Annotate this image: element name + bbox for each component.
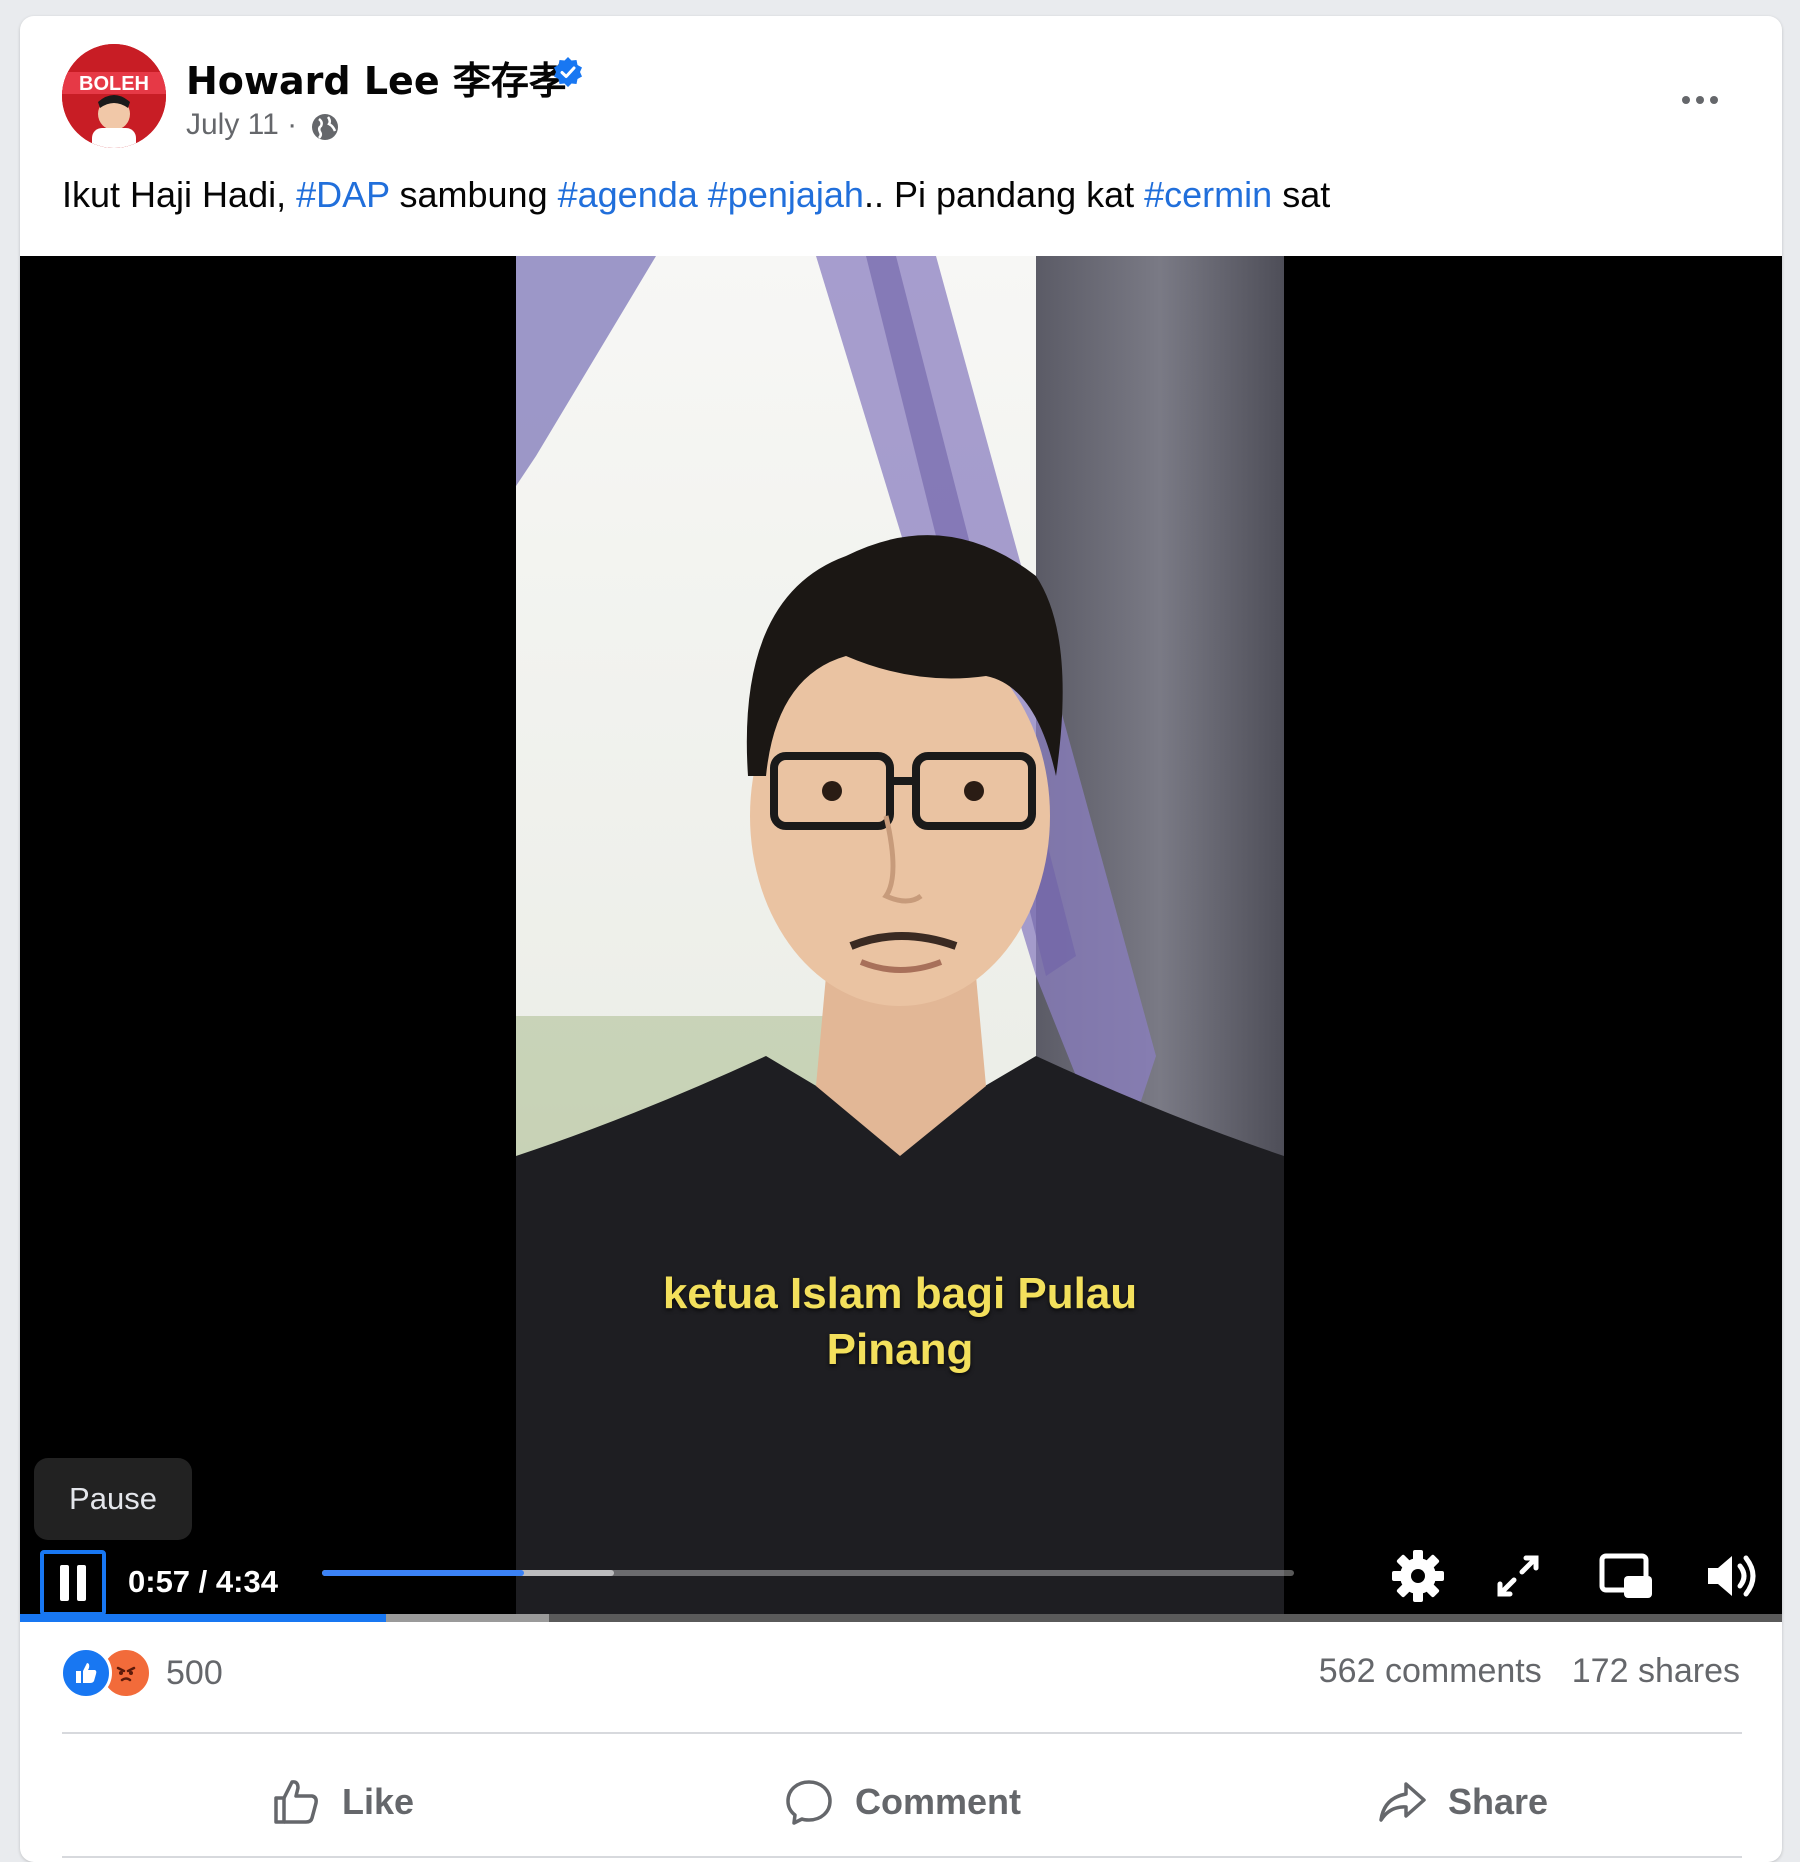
verified-badge-icon (554, 57, 582, 87)
video-subtitle: ketua Islam bagi Pulau Pinang (516, 1266, 1284, 1378)
share-button[interactable]: Share (1182, 1760, 1742, 1844)
reactions-summary[interactable]: 500 (60, 1647, 223, 1699)
video-frame (516, 256, 1284, 1622)
picture-in-picture-icon[interactable] (1594, 1544, 1658, 1608)
divider-bottom (62, 1856, 1742, 1858)
more-options-icon[interactable] (1670, 80, 1730, 120)
time-display: 0:57 / 4:34 (128, 1564, 278, 1599)
divider-top (62, 1732, 1742, 1734)
seek-bar[interactable] (322, 1570, 1294, 1576)
post-caption: Ikut Haji Hadi, #DAP sambung #agenda #pe… (62, 174, 1331, 215)
like-reaction-icon (60, 1647, 112, 1699)
thumbs-up-icon (274, 1780, 318, 1824)
hashtag-agenda[interactable]: #agenda (558, 174, 698, 215)
share-label: Share (1447, 1781, 1549, 1822)
comment-bubble-icon (786, 1780, 832, 1825)
hashtag-penjajah[interactable]: #penjajah (708, 174, 864, 215)
author-avatar[interactable]: BOLEH (62, 44, 166, 148)
action-bar: Like Comment Share (62, 1760, 1742, 1844)
pause-icon[interactable] (40, 1550, 106, 1616)
post-date[interactable]: July 11 · (186, 108, 297, 142)
seek-played (322, 1570, 525, 1576)
globe-icon (312, 114, 338, 140)
volume-icon[interactable] (1700, 1544, 1764, 1608)
subtitle-line-2: Pinang (826, 1325, 974, 1374)
share-arrow-icon (1379, 1782, 1426, 1822)
comments-count[interactable]: 562 comments (1319, 1652, 1542, 1691)
like-button[interactable]: Like (62, 1760, 622, 1844)
reaction-count: 500 (166, 1653, 223, 1692)
fullscreen-icon[interactable] (1486, 1544, 1550, 1608)
subtitle-line-1: ketua Islam bagi Pulau (662, 1269, 1138, 1318)
like-label: Like (341, 1781, 415, 1822)
hashtag-dap[interactable]: #DAP (296, 174, 389, 215)
pause-tooltip: Pause (34, 1458, 192, 1540)
video-player[interactable]: ketua Islam bagi Pulau Pinang Pause 0:57… (20, 256, 1782, 1622)
hashtag-cermin[interactable]: #cermin (1144, 174, 1272, 215)
comment-label: Comment (854, 1781, 1021, 1822)
video-progress-bar[interactable] (20, 1614, 1782, 1622)
engagement-stats: 562 comments 172 shares (1319, 1652, 1740, 1691)
shares-count[interactable]: 172 shares (1572, 1652, 1740, 1691)
facebook-post: BOLEH Howard Lee 李存孝 July 11 · Ikut Haji… (20, 16, 1782, 1862)
avatar-text: BOLEH (79, 73, 149, 95)
comment-button[interactable]: Comment (622, 1760, 1182, 1844)
settings-gear-icon[interactable] (1386, 1544, 1450, 1608)
author-name[interactable]: Howard Lee 李存孝 (186, 50, 567, 105)
progress-played (20, 1614, 387, 1622)
